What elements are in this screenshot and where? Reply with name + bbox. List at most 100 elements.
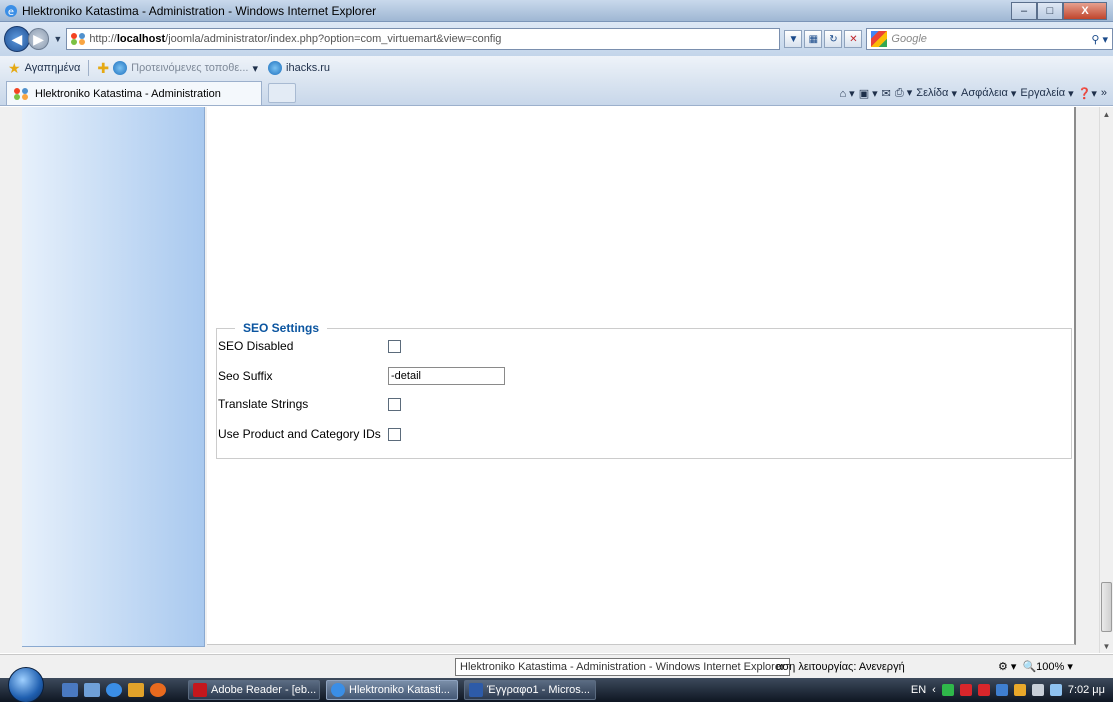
minimize-button[interactable]: – xyxy=(1011,1,1037,20)
volume-icon[interactable] xyxy=(1049,684,1062,696)
close-button[interactable]: X xyxy=(1063,1,1107,20)
google-icon xyxy=(871,31,888,47)
seo-disabled-checkbox[interactable] xyxy=(388,339,401,353)
favorites-star-icon[interactable]: ★ xyxy=(8,60,21,77)
tools-menu-label: Εργαλεία xyxy=(1020,87,1066,99)
tab-administration[interactable]: Hlektroniko Katastima - Administration xyxy=(6,81,262,105)
tab-title: Hlektroniko Katastima - Administration xyxy=(35,87,221,100)
add-favorite-icon[interactable]: ✚ xyxy=(97,60,109,77)
page-menu[interactable]: Σελίδα ▾ xyxy=(916,87,957,100)
seo-disabled-label: SEO Disabled xyxy=(218,339,294,353)
window-title-bar: e Hlektroniko Katastima - Administration… xyxy=(0,0,1113,22)
tray-app-icon[interactable] xyxy=(941,684,954,696)
scroll-thumb[interactable] xyxy=(1101,582,1112,632)
tray-app-icon[interactable] xyxy=(977,684,990,696)
taskbar-item-ie[interactable]: Hlektroniko Katasti... xyxy=(326,680,458,700)
favorites-button[interactable]: Αγαπημένα xyxy=(25,62,81,74)
language-indicator[interactable]: EN xyxy=(911,684,926,696)
use-ids-label: Use Product and Category IDs xyxy=(218,427,381,441)
safety-menu-label: Ασφάλεια xyxy=(961,87,1008,99)
svg-text:e: e xyxy=(8,7,14,18)
zoom-level[interactable]: 🔍100% ▾ xyxy=(1022,660,1072,673)
seo-disabled-row: SEO Disabled xyxy=(218,339,401,353)
forward-button[interactable]: ▶ xyxy=(27,28,50,50)
ie-icon[interactable] xyxy=(106,683,122,697)
seo-settings-legend: SEO Settings xyxy=(243,321,320,335)
taskbar-item-adobe[interactable]: Adobe Reader - [eb... xyxy=(188,680,320,700)
suggested-sites-link[interactable]: Προτεινόμενες τοποθε... ▾ xyxy=(113,61,258,75)
maximize-button[interactable]: □ xyxy=(1037,1,1063,20)
print-icon[interactable]: ⎙ ▾ xyxy=(895,86,912,100)
suggested-sites-label: Προτεινόμενες τοποθε... xyxy=(131,62,249,74)
seo-suffix-input[interactable] xyxy=(388,367,505,385)
translate-strings-checkbox[interactable] xyxy=(388,397,401,411)
feeds-icon[interactable]: ▣ ▾ xyxy=(859,87,878,100)
search-input[interactable]: Google ⚲ ▾ xyxy=(866,28,1113,50)
translate-strings-label: Translate Strings xyxy=(218,397,309,411)
chevron-right-icon[interactable]: » xyxy=(1101,87,1107,99)
zoom-settings-icon[interactable]: ⚙ ▾ xyxy=(998,660,1016,673)
network-icon[interactable] xyxy=(1031,684,1044,696)
adobe-reader-icon xyxy=(193,683,207,697)
scroll-down-icon[interactable]: ▼ xyxy=(1100,639,1113,653)
url-prefix: http:// xyxy=(89,33,117,45)
window-title: Hlektroniko Katastima - Administration -… xyxy=(22,3,377,18)
url-path: /joomla/administrator/index.php?option=c… xyxy=(165,33,502,45)
tools-menu[interactable]: Εργαλεία ▾ xyxy=(1020,87,1073,100)
protected-mode-status: αση λειτουργίας: Ανενεργή xyxy=(776,661,905,673)
stop-icon[interactable]: ✕ xyxy=(844,30,863,48)
url-host: localhost xyxy=(116,33,166,45)
joomla-favicon-icon xyxy=(14,87,28,100)
media-player-icon[interactable] xyxy=(128,683,144,697)
favorite-ihacks-link[interactable]: ihacks.ru xyxy=(268,61,330,75)
status-bar: Hlektroniko Katastima - Administration -… xyxy=(0,654,1113,678)
address-input[interactable]: http://localhost/joomla/administrator/in… xyxy=(66,28,781,50)
system-tray: EN ‹ 7:02 μμ xyxy=(911,684,1113,696)
address-dropdown-icon[interactable]: ▼ xyxy=(784,30,803,48)
show-desktop-icon[interactable] xyxy=(62,683,78,697)
use-ids-row: Use Product and Category IDs xyxy=(218,427,401,441)
page-menu-label: Σελίδα xyxy=(916,87,949,99)
quick-launch xyxy=(62,683,166,697)
chevron-left-icon[interactable]: ‹ xyxy=(932,684,936,696)
separator xyxy=(88,60,90,76)
ie-icon xyxy=(268,61,283,75)
vertical-scrollbar[interactable]: ▲ ▼ xyxy=(1099,107,1113,653)
help-icon[interactable]: ❓▾ xyxy=(1078,87,1097,100)
taskbar: Adobe Reader - [eb... Hlektroniko Katast… xyxy=(0,667,1113,702)
joomla-favicon-icon xyxy=(71,33,86,45)
favorites-bar: ★ Αγαπημένα ✚ Προτεινόμενες τοποθε... ▾ … xyxy=(0,56,1113,80)
ie-icon xyxy=(331,683,345,697)
home-icon[interactable]: ⌂ ▾ xyxy=(839,87,854,100)
seo-suffix-label: Seo Suffix xyxy=(218,369,273,383)
left-sidebar xyxy=(22,107,205,647)
mail-icon[interactable]: ✉ xyxy=(882,87,891,100)
safety-menu[interactable]: Ασφάλεια ▾ xyxy=(961,87,1016,100)
new-tab-button[interactable] xyxy=(268,83,296,103)
search-placeholder: Google xyxy=(891,33,927,45)
use-ids-checkbox[interactable] xyxy=(388,427,401,441)
back-button[interactable]: ◀ xyxy=(4,26,30,52)
scroll-up-icon[interactable]: ▲ xyxy=(1100,107,1113,121)
taskbar-item-label: Adobe Reader - [eb... xyxy=(211,684,317,696)
compatibility-view-icon[interactable]: ▦ xyxy=(804,30,823,48)
search-icon[interactable]: ⚲ ▾ xyxy=(1091,33,1108,46)
clock[interactable]: 7:02 μμ xyxy=(1068,684,1105,696)
refresh-icon[interactable]: ↻ xyxy=(824,30,843,48)
start-button[interactable] xyxy=(8,667,44,702)
tab-bar: Hlektroniko Katastima - Administration ⌂… xyxy=(0,80,1113,106)
page-content: SEO Settings SEO Disabled Seo Suffix Tra… xyxy=(0,107,1099,653)
main-panel: SEO Settings SEO Disabled Seo Suffix Tra… xyxy=(207,107,1076,645)
bluetooth-icon[interactable] xyxy=(995,684,1008,696)
taskbar-item-word[interactable]: Έγγραφο1 - Micros... xyxy=(464,680,596,700)
ie-icon: e xyxy=(5,4,17,18)
taskbar-item-label: Έγγραφο1 - Micros... xyxy=(487,684,590,696)
tray-app-icon[interactable] xyxy=(1013,684,1026,696)
switch-windows-icon[interactable] xyxy=(84,683,100,697)
ie-icon xyxy=(113,61,128,75)
window-tooltip: Hlektroniko Katastima - Administration -… xyxy=(455,658,790,676)
firefox-icon[interactable] xyxy=(150,683,166,697)
address-toolbar: ◀ ▶ ▼ http://localhost/joomla/administra… xyxy=(0,22,1113,56)
history-dropdown-icon[interactable]: ▼ xyxy=(53,34,62,44)
tray-app-icon[interactable] xyxy=(959,684,972,696)
